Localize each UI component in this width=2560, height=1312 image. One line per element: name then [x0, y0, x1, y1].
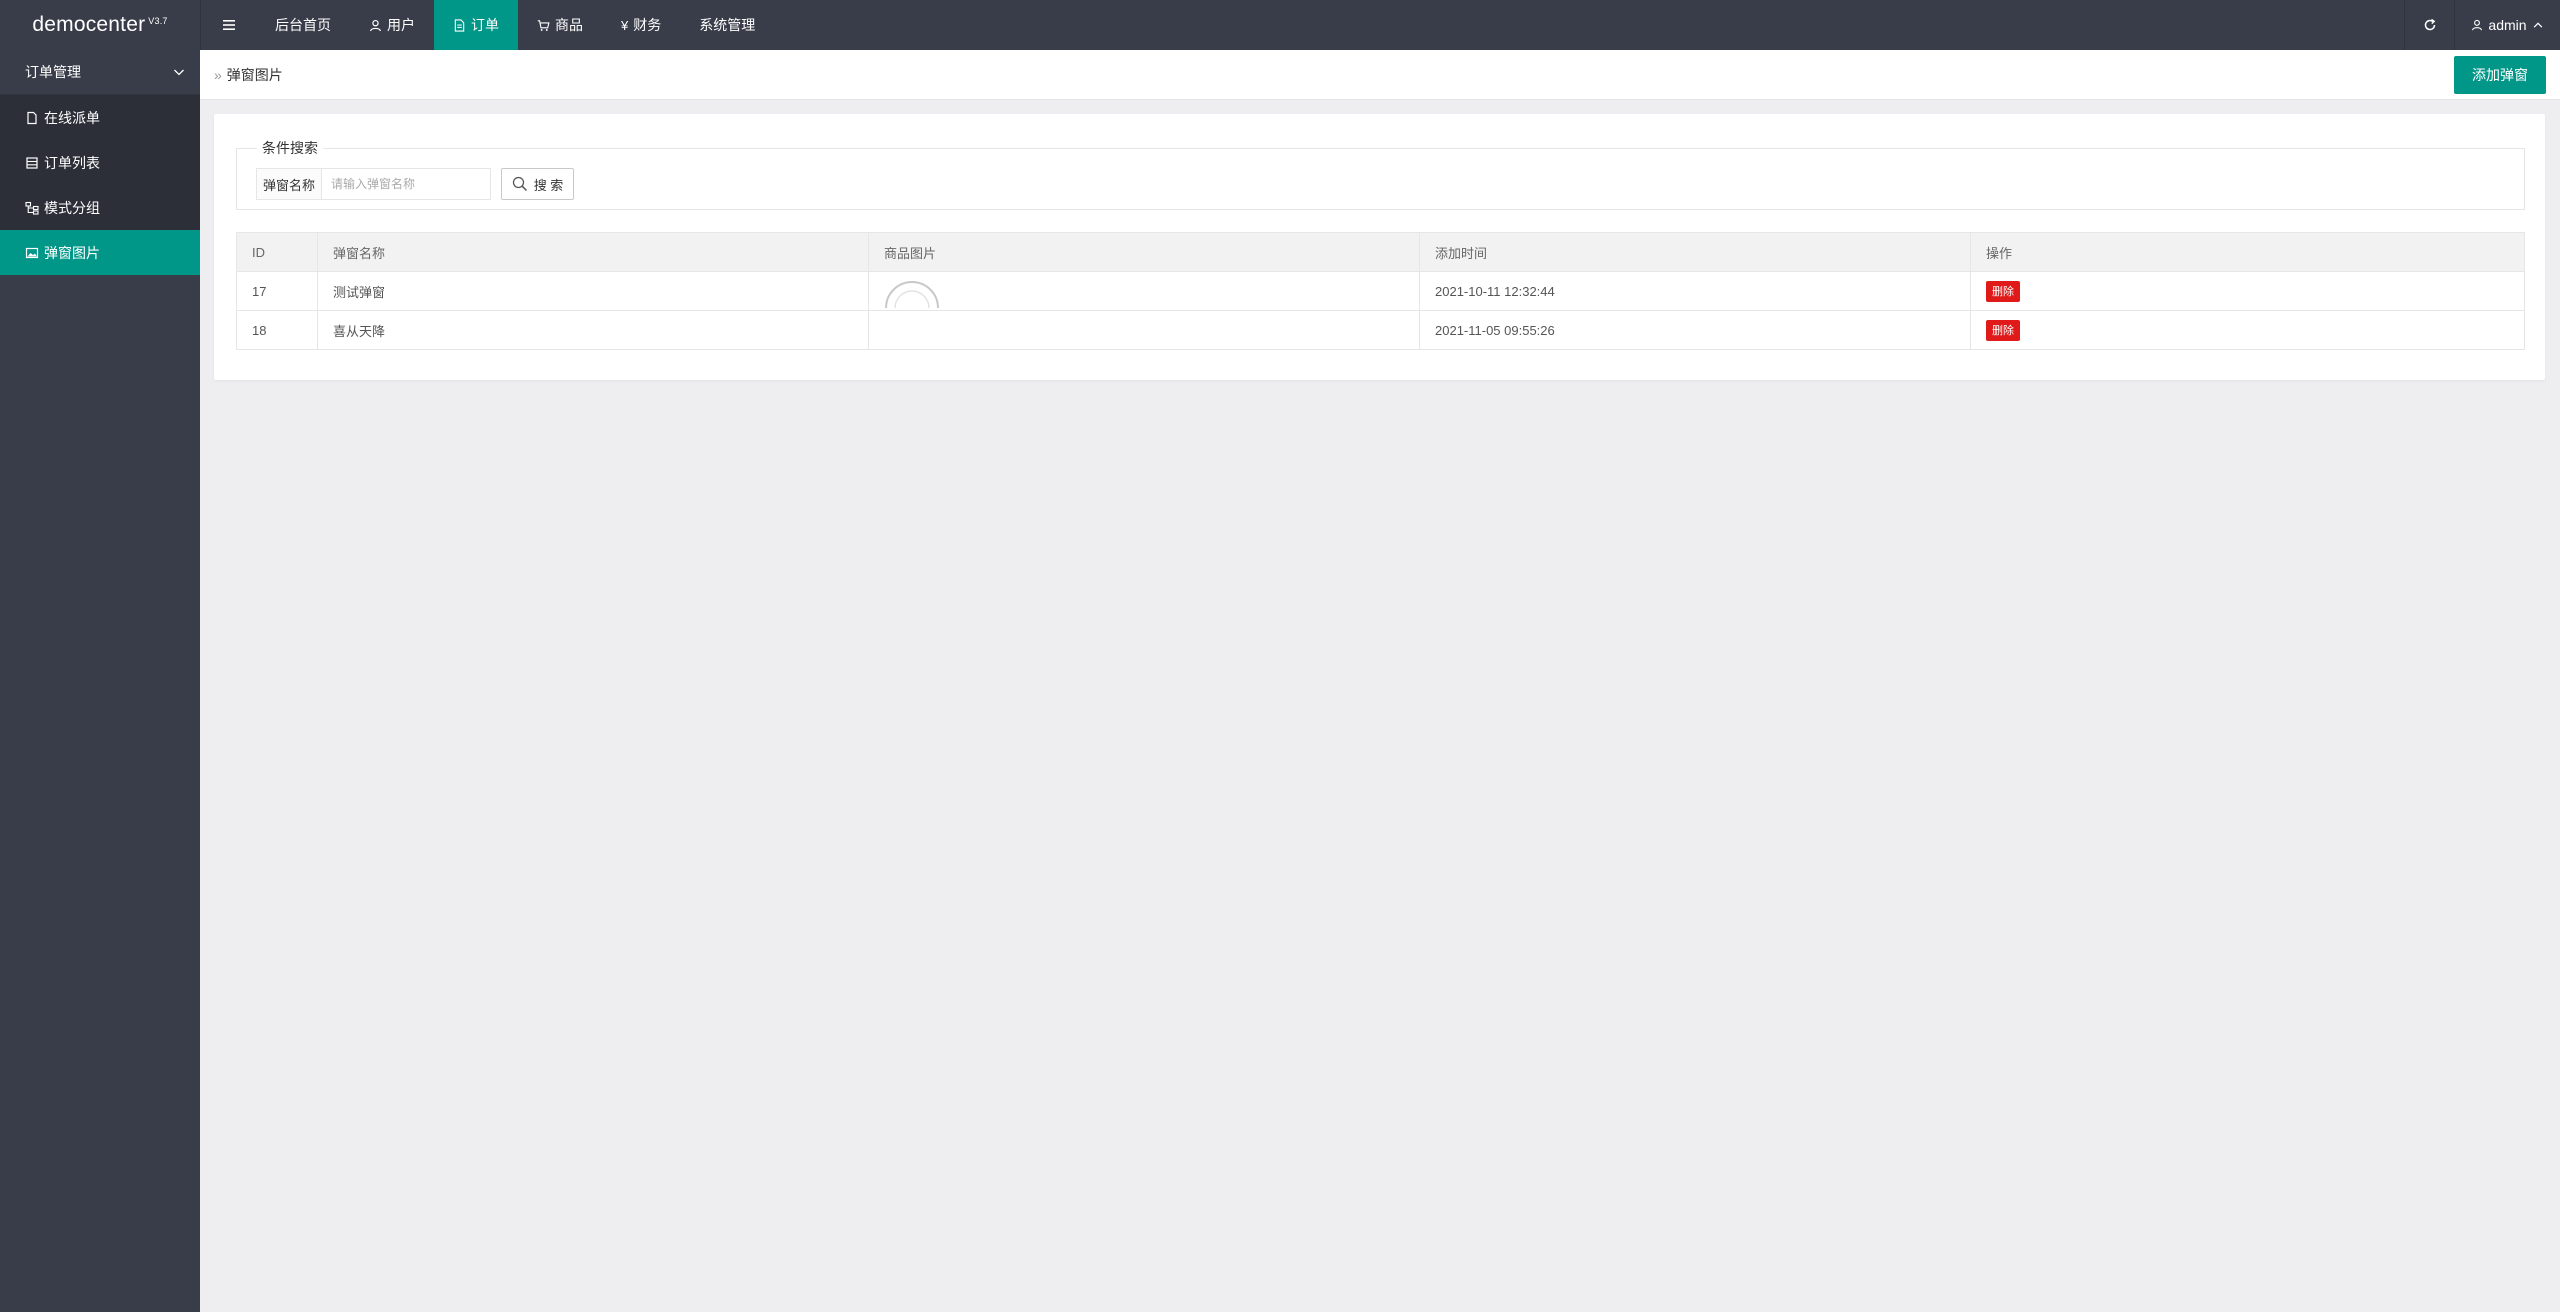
- sidebar-group-orders[interactable]: 订单管理: [0, 50, 200, 95]
- search-row: 弹窗名称 搜 索: [256, 168, 574, 200]
- cell-action: 删除: [1970, 271, 2525, 311]
- sidebar-item-label: 订单列表: [44, 154, 100, 171]
- sidebar-item-label: 在线派单: [44, 109, 100, 126]
- nav-item-products[interactable]: 商品: [518, 0, 602, 50]
- file-icon: [25, 111, 39, 125]
- column-header[interactable]: 弹窗名称: [317, 232, 869, 272]
- refresh-icon: [2424, 18, 2435, 31]
- app-name: democenter: [32, 13, 146, 36]
- content-card: 条件搜索 弹窗名称 搜 索 ID 弹窗名称 商品图片 添加时间 操作 17 测试…: [214, 114, 2545, 380]
- sidebar: 订单管理 在线派单 订单列表 模式分组 弹窗图片: [0, 50, 200, 1312]
- nav-item-system[interactable]: 系统管理: [680, 0, 774, 50]
- app-logo[interactable]: democenter V3.7: [0, 0, 200, 50]
- nav-item-label: 系统管理: [699, 17, 756, 33]
- column-header[interactable]: ID: [236, 232, 318, 272]
- yen-icon: ¥: [621, 17, 629, 33]
- top-nav: 后台首页 用户 订单 商品 ¥ 财务 系统管理: [256, 0, 774, 50]
- add-popup-button[interactable]: 添加弹窗: [2454, 56, 2546, 94]
- nav-item-label: 订单: [471, 17, 499, 33]
- search-button-label: 搜 索: [533, 177, 564, 193]
- chevron-down-icon: [172, 65, 186, 79]
- table-row: 17 测试弹窗 2021-10-11 12:32:44 删除: [236, 271, 2525, 311]
- popup-table: ID 弹窗名称 商品图片 添加时间 操作 17 测试弹窗 2021-10-11 …: [236, 232, 2525, 350]
- sidebar-item-label: 弹窗图片: [44, 244, 100, 261]
- nav-item-home[interactable]: 后台首页: [256, 0, 350, 50]
- nav-item-finance[interactable]: ¥ 财务: [602, 0, 680, 50]
- cell-image: [868, 310, 1420, 350]
- nav-item-label: 商品: [555, 17, 583, 33]
- cell-id: 17: [236, 271, 318, 311]
- column-header[interactable]: 商品图片: [868, 232, 1420, 272]
- sidebar-item-label: 模式分组: [44, 199, 100, 216]
- user-icon: [369, 19, 382, 32]
- document-icon: [453, 18, 466, 32]
- sidebar-group-label: 订单管理: [25, 64, 81, 80]
- sidebar-item-order-list[interactable]: 订单列表: [0, 140, 200, 185]
- app-version: V3.7: [148, 16, 168, 26]
- breadcrumb: » 弹窗图片 添加弹窗: [200, 50, 2560, 100]
- sidebar-item-dispatch[interactable]: 在线派单: [0, 95, 200, 140]
- breadcrumb-current: 弹窗图片: [226, 66, 283, 83]
- table-row: 18 喜从天降 2021-11-05 09:55:26 删除: [236, 310, 2525, 350]
- menu-toggle-button[interactable]: [200, 0, 256, 50]
- nav-item-orders[interactable]: 订单: [434, 0, 518, 50]
- popup-name-label: 弹窗名称: [256, 168, 321, 200]
- search-legend: 条件搜索: [262, 140, 318, 156]
- chevron-up-icon: [2533, 22, 2542, 28]
- user-icon: [2472, 19, 2483, 31]
- column-header[interactable]: 操作: [1970, 232, 2525, 272]
- search-panel: 条件搜索: [236, 138, 2525, 210]
- cart-icon: [537, 19, 550, 32]
- cell-name: 喜从天降: [317, 310, 869, 350]
- nav-item-label: 后台首页: [275, 17, 331, 33]
- table-header-row: ID 弹窗名称 商品图片 添加时间 操作: [236, 232, 2525, 272]
- sidebar-item-popup-images[interactable]: 弹窗图片: [0, 230, 200, 275]
- nav-item-label: 财务: [633, 17, 662, 33]
- image-thumbnail: [885, 281, 939, 309]
- tree-icon: [25, 201, 39, 215]
- hamburger-icon: [222, 20, 235, 30]
- cell-image: [868, 271, 1420, 311]
- cell-name: 测试弹窗: [317, 271, 869, 311]
- cell-time: 2021-10-11 12:32:44: [1419, 271, 1971, 311]
- search-button[interactable]: 搜 索: [501, 168, 574, 200]
- image-icon: [25, 246, 39, 260]
- nav-item-label: 用户: [387, 17, 415, 33]
- list-icon: [25, 156, 39, 170]
- column-header[interactable]: 添加时间: [1419, 232, 1971, 272]
- delete-button[interactable]: 删除: [1986, 319, 2020, 341]
- top-bar: democenterV3.7 后台首页 用户 订单 商品 ¥ 财务 系统管理: [0, 0, 2560, 50]
- delete-button[interactable]: 删除: [1986, 280, 2020, 302]
- search-icon: [512, 176, 527, 192]
- sidebar-item-mode-group[interactable]: 模式分组: [0, 185, 200, 230]
- refresh-button[interactable]: [2404, 0, 2454, 50]
- top-bar-right: admin: [2404, 0, 2560, 50]
- cell-action: 删除: [1970, 310, 2525, 350]
- cell-time: 2021-11-05 09:55:26: [1419, 310, 1971, 350]
- popup-name-input[interactable]: [321, 168, 491, 200]
- cell-id: 18: [236, 310, 318, 350]
- user-name: admin: [2488, 17, 2527, 33]
- user-menu[interactable]: admin: [2454, 0, 2560, 50]
- double-chevron-right-icon: »: [214, 66, 222, 83]
- nav-item-users[interactable]: 用户: [350, 0, 434, 50]
